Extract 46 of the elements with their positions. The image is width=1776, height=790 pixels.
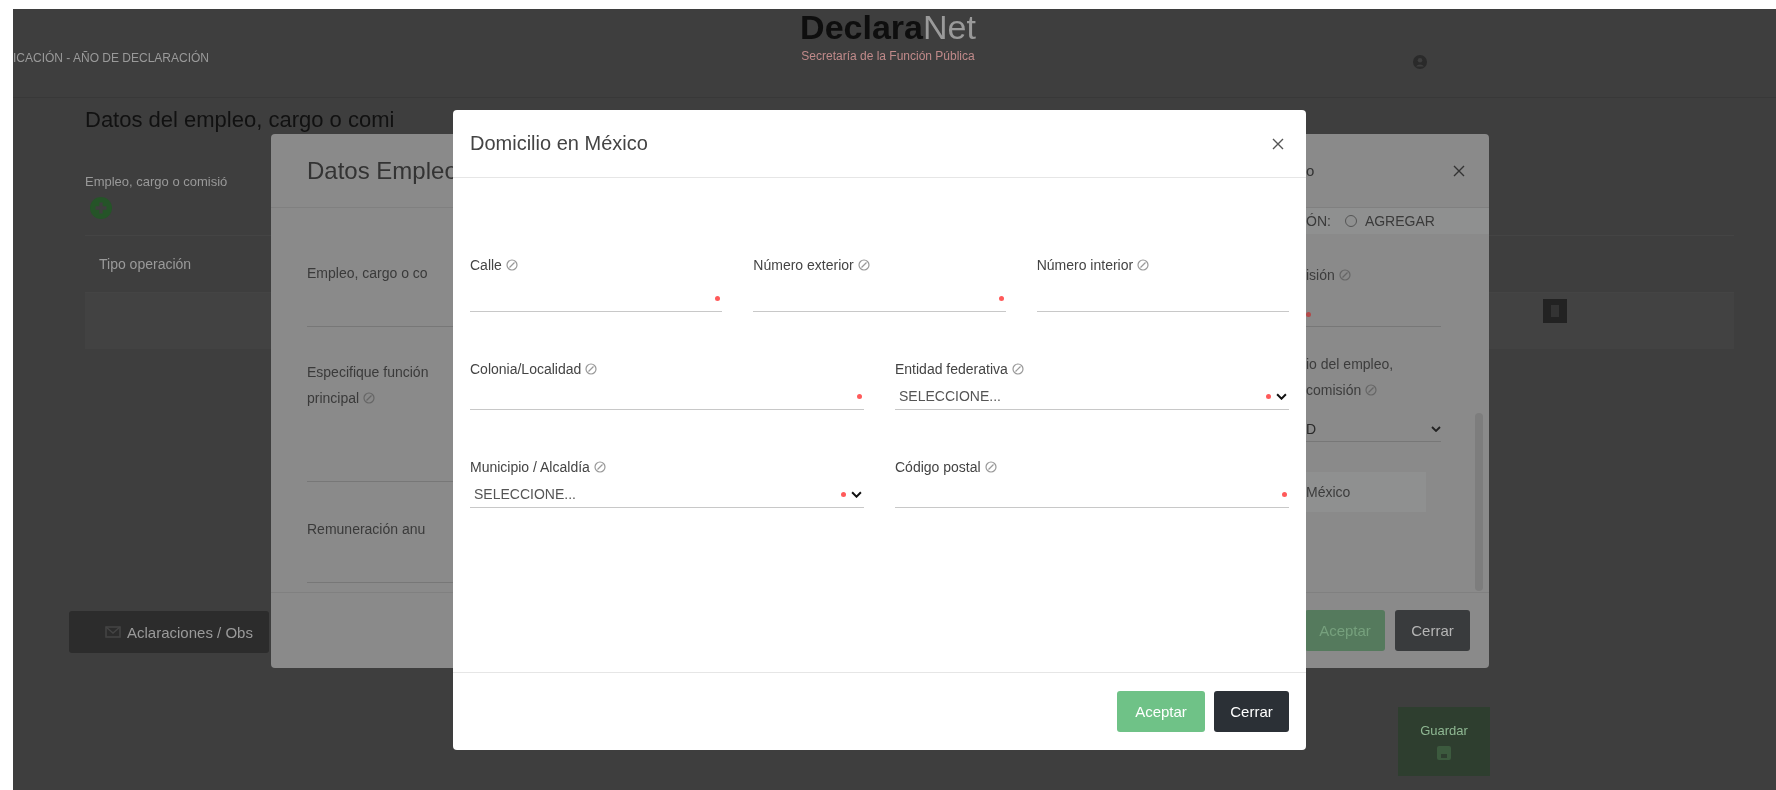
field-label: Empleo, cargo o co bbox=[307, 265, 428, 281]
select-field[interactable]: SELECCIONE... bbox=[895, 383, 1289, 410]
field-label: Municipio / Alcaldía bbox=[470, 459, 606, 475]
chevron-icon bbox=[851, 490, 862, 498]
close-icon[interactable] bbox=[1272, 137, 1284, 150]
notes-button[interactable]: Aclaraciones / Obs bbox=[69, 611, 269, 653]
info-icon[interactable] bbox=[1365, 384, 1378, 396]
field-label: Especifique función principal bbox=[307, 364, 429, 406]
add-icon[interactable] bbox=[90, 197, 112, 219]
info-icon[interactable] bbox=[585, 363, 598, 375]
close-button[interactable]: Cerrar bbox=[1214, 691, 1289, 732]
section-label: Empleo, cargo o comisió bbox=[85, 174, 228, 189]
close-icon[interactable] bbox=[1453, 164, 1465, 177]
field-label: Remuneración anu bbox=[307, 521, 426, 537]
field-label: Entidad federativa bbox=[895, 361, 1024, 377]
country-note: México bbox=[1306, 472, 1426, 512]
info-icon[interactable] bbox=[593, 461, 606, 473]
dialog-title: o bbox=[1306, 162, 1315, 179]
field-label: Calle bbox=[470, 257, 518, 273]
info-icon[interactable] bbox=[363, 392, 376, 404]
save-button[interactable]: Guardar bbox=[1398, 707, 1490, 776]
close-button[interactable]: Cerrar bbox=[1395, 610, 1470, 651]
mail-icon bbox=[105, 626, 121, 638]
breadcrumb-text: ICACIÓN - AÑO DE DECLARACIÓN bbox=[13, 51, 210, 65]
field-label: isión bbox=[1306, 262, 1441, 288]
info-icon[interactable] bbox=[1338, 269, 1351, 281]
field-label: comisión bbox=[1306, 377, 1441, 403]
column-header: Tipo operación bbox=[99, 256, 192, 272]
info-icon[interactable] bbox=[1137, 259, 1150, 271]
info-icon[interactable] bbox=[505, 259, 518, 271]
trash-icon[interactable] bbox=[1543, 299, 1567, 323]
chevron-icon bbox=[1431, 426, 1441, 432]
radio-label[interactable]: AGREGAR bbox=[1364, 213, 1435, 229]
field-label: Colonia/Localidad bbox=[470, 361, 598, 377]
field-label: Número interior bbox=[1036, 257, 1150, 273]
field-label: Número exterior bbox=[753, 257, 870, 273]
logo-subtitle: Secretaría de la Función Pública bbox=[800, 49, 976, 63]
info-icon[interactable] bbox=[857, 259, 870, 271]
field-label: Código postal bbox=[895, 459, 997, 475]
info-icon[interactable] bbox=[984, 461, 997, 473]
operation-label: ÓN: bbox=[1306, 213, 1331, 229]
select-field[interactable]: SELECCIONE... bbox=[470, 481, 864, 508]
dialog-title: Domicilio en México bbox=[470, 132, 648, 155]
field-label: io del empleo, bbox=[1306, 355, 1395, 374]
info-icon[interactable] bbox=[1011, 363, 1024, 375]
chevron-icon bbox=[1276, 392, 1287, 400]
